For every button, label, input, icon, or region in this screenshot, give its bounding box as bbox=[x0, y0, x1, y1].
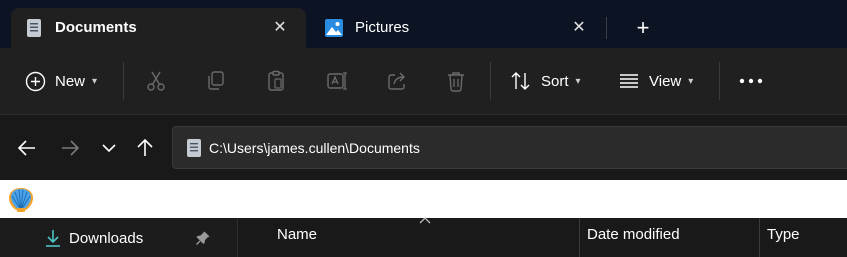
rename-icon bbox=[326, 70, 348, 92]
tab-divider bbox=[606, 17, 607, 39]
share-icon bbox=[386, 70, 408, 92]
view-button[interactable]: View ▾ bbox=[618, 67, 693, 95]
delete-button[interactable] bbox=[446, 67, 466, 95]
column-divider[interactable] bbox=[579, 218, 580, 257]
close-tab-icon[interactable]: ✕ bbox=[270, 18, 290, 38]
rename-button[interactable] bbox=[326, 67, 348, 95]
document-icon bbox=[24, 18, 44, 38]
sort-button[interactable]: Sort ▾ bbox=[510, 67, 581, 95]
tab-documents[interactable]: Documents ✕ bbox=[11, 8, 306, 48]
column-header-name[interactable]: Name bbox=[277, 226, 317, 244]
address-path: C:\Users\james.cullen\Documents bbox=[209, 140, 420, 156]
address-input[interactable]: C:\Users\james.cullen\Documents bbox=[172, 126, 847, 169]
more-icon bbox=[739, 78, 763, 84]
more-options-button[interactable] bbox=[739, 67, 763, 95]
divider bbox=[719, 62, 720, 100]
chevron-down-icon: ▾ bbox=[688, 75, 694, 87]
trash-icon bbox=[446, 70, 466, 92]
chevron-down-icon: ▾ bbox=[92, 75, 98, 87]
new-button[interactable]: New ▾ bbox=[25, 67, 97, 95]
list-view-icon bbox=[618, 72, 640, 90]
sidebar-item-label: Downloads bbox=[69, 230, 144, 247]
chevron-down-icon: ▾ bbox=[575, 75, 581, 87]
file-list-area: Downloads Name Date modified Type bbox=[0, 217, 847, 257]
address-bar-row: C:\Users\james.cullen\Documents bbox=[0, 114, 847, 180]
navigation-pane: Downloads bbox=[0, 218, 238, 257]
document-icon bbox=[186, 138, 202, 158]
column-header-date-modified[interactable]: Date modified bbox=[587, 226, 680, 244]
recent-locations-button[interactable] bbox=[98, 137, 120, 159]
divider bbox=[490, 62, 491, 100]
command-bar: New ▾ Sort ▾ View ▾ bbox=[0, 48, 847, 114]
paste-button[interactable] bbox=[266, 67, 286, 95]
back-button[interactable] bbox=[16, 137, 38, 159]
arrow-up-icon bbox=[137, 138, 153, 156]
scissors-icon bbox=[146, 70, 166, 92]
divider bbox=[123, 62, 124, 100]
pin-icon[interactable] bbox=[195, 230, 211, 246]
chevron-down-icon bbox=[102, 144, 116, 153]
new-label: New bbox=[55, 72, 86, 90]
shell-icon bbox=[6, 184, 36, 214]
info-strip bbox=[0, 180, 847, 218]
tab-label: Pictures bbox=[355, 19, 410, 36]
copy-button[interactable] bbox=[206, 67, 226, 95]
column-header-type[interactable]: Type bbox=[767, 226, 800, 244]
arrow-right-icon bbox=[62, 140, 80, 156]
sort-label: Sort bbox=[541, 72, 569, 90]
copy-icon bbox=[206, 70, 226, 92]
up-button[interactable] bbox=[134, 137, 156, 159]
pictures-icon bbox=[324, 18, 344, 38]
forward-button[interactable] bbox=[59, 137, 81, 159]
download-icon bbox=[44, 228, 62, 248]
arrow-left-icon bbox=[17, 140, 35, 156]
close-tab-icon[interactable]: ✕ bbox=[569, 18, 589, 38]
clipboard-icon bbox=[266, 70, 286, 92]
tab-pictures[interactable]: Pictures ✕ bbox=[311, 8, 603, 48]
view-label: View bbox=[649, 72, 682, 90]
cut-button[interactable] bbox=[146, 67, 166, 95]
title-bar: Documents ✕ Pictures ✕ + bbox=[0, 0, 847, 48]
tab-label: Documents bbox=[55, 19, 137, 36]
sort-caret-icon bbox=[419, 217, 431, 224]
sort-arrows-icon bbox=[510, 71, 532, 91]
column-divider[interactable] bbox=[759, 218, 760, 257]
share-button[interactable] bbox=[386, 67, 408, 95]
add-circle-icon bbox=[25, 71, 46, 92]
new-tab-button[interactable]: + bbox=[632, 17, 654, 39]
